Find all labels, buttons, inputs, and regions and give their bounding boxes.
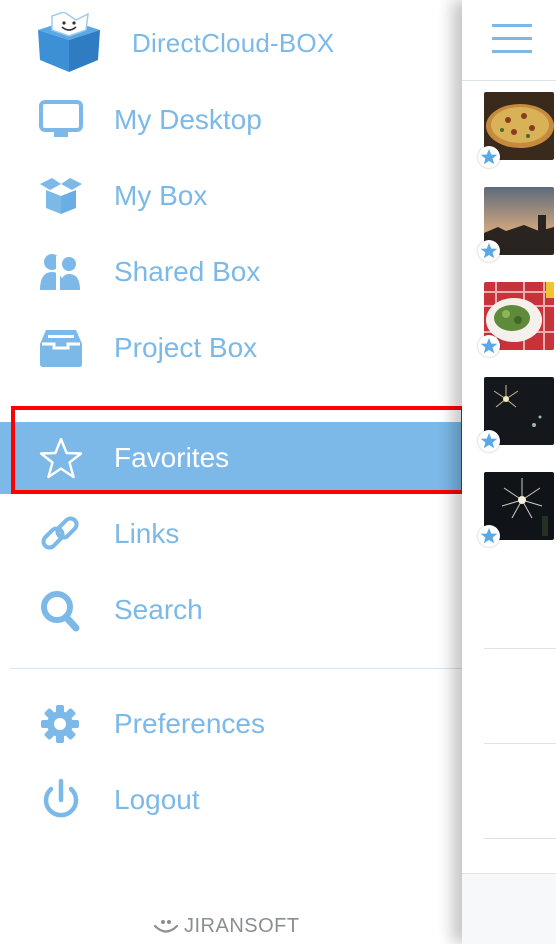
favorite-badge xyxy=(478,240,500,262)
list-divider xyxy=(484,838,556,839)
inbox-tray-icon xyxy=(40,330,82,367)
sidebar-item-label: Preferences xyxy=(114,708,265,739)
main-content xyxy=(462,0,556,944)
favorite-badge xyxy=(478,146,500,168)
sidebar-item-my-desktop[interactable]: My Desktop xyxy=(0,84,462,156)
smile-logo-icon xyxy=(153,919,179,933)
people-icon xyxy=(40,254,80,290)
sidebar-item-my-box[interactable]: My Box xyxy=(0,160,462,232)
sidebar-item-logout[interactable]: Logout xyxy=(0,764,462,836)
sidebar-item-label: Logout xyxy=(114,784,200,815)
hamburger-menu-icon[interactable] xyxy=(492,20,532,58)
sidebar-item-label: Search xyxy=(114,594,203,625)
sidebar-item-links[interactable]: Links xyxy=(0,498,462,570)
star-icon xyxy=(480,528,498,544)
star-icon xyxy=(480,243,498,259)
sidebar-item-project-box[interactable]: Project Box xyxy=(0,312,462,384)
company-name: JIRANSOFT xyxy=(184,915,300,937)
search-icon xyxy=(41,591,80,632)
top-bar xyxy=(462,0,556,81)
link-icon xyxy=(41,516,79,550)
app-title: DirectCloud-BOX xyxy=(132,28,335,58)
favorite-badge xyxy=(478,525,500,547)
favorite-badge xyxy=(478,430,500,452)
box-icon xyxy=(40,178,82,214)
star-icon xyxy=(480,433,498,449)
star-icon xyxy=(480,149,498,165)
menu-divider xyxy=(10,668,462,669)
sidebar-item-search[interactable]: Search xyxy=(0,574,462,646)
sidebar-item-label: Links xyxy=(114,518,180,549)
star-icon xyxy=(480,338,498,354)
sidebar-item-label: My Desktop xyxy=(114,104,262,135)
highlight-frame xyxy=(11,406,465,494)
sidebar-item-label: Project Box xyxy=(114,332,258,363)
app-header: DirectCloud-BOX xyxy=(0,10,462,80)
sidebar-item-shared-box[interactable]: Shared Box xyxy=(0,236,462,308)
monitor-icon xyxy=(39,100,83,137)
sidebar-item-label: My Box xyxy=(114,180,208,211)
list-divider xyxy=(484,743,556,744)
sidebar-item-label: Shared Box xyxy=(114,256,261,287)
favorite-badge xyxy=(478,335,500,357)
bottom-toolbar xyxy=(462,873,556,944)
gear-icon xyxy=(41,705,79,743)
app-logo-icon xyxy=(38,12,100,72)
list-divider xyxy=(484,648,556,649)
company-logo: JIRANSOFT xyxy=(152,915,300,939)
sidebar-item-preferences[interactable]: Preferences xyxy=(0,688,462,760)
power-icon xyxy=(43,778,79,818)
